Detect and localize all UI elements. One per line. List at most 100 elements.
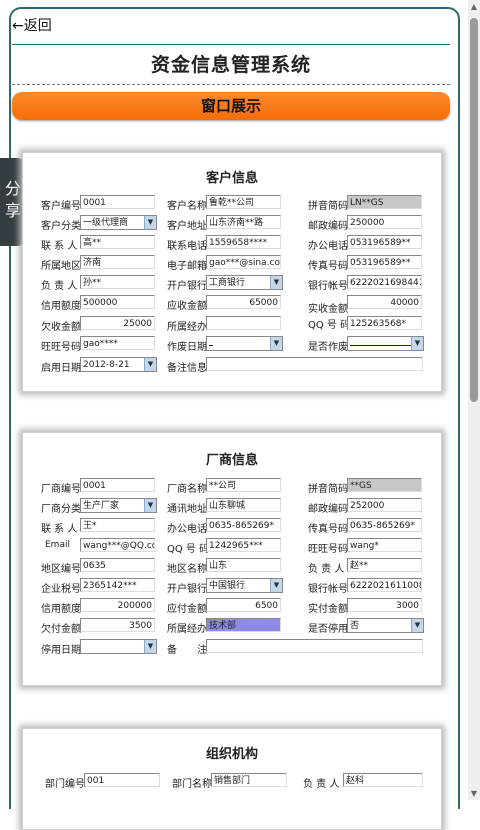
field-label: 停用日期	[41, 645, 81, 656]
field-label: 负 责 人	[41, 281, 78, 292]
fax-field[interactable]: 0635-865269*	[347, 518, 422, 532]
field-label: 银行帐号	[308, 584, 348, 595]
wangwang-field[interactable]: gao****	[80, 336, 155, 350]
postcode-field[interactable]: 252000	[347, 498, 422, 512]
select-value: 2012-8-21	[83, 360, 130, 370]
vendor-name-field[interactable]: **公司	[206, 478, 281, 492]
field-label: 银行帐号	[308, 281, 348, 292]
chevron-down-icon: ▼	[144, 640, 156, 653]
scrollbar-thumb[interactable]	[470, 18, 478, 402]
field-label: 备 注	[167, 645, 207, 656]
qq-field[interactable]: 1242965***	[206, 538, 281, 552]
office-phone-field[interactable]: 0635-865269*	[206, 518, 281, 532]
field-label: 电子邮箱	[167, 261, 207, 272]
wangwang-field[interactable]: wang*	[347, 538, 422, 552]
scroll-down-icon[interactable]: ▼	[469, 789, 479, 798]
customer-name-field[interactable]: 鲁乾**公司	[206, 195, 281, 209]
back-link[interactable]: ←返回	[12, 15, 52, 35]
credit-limit-field[interactable]: 500000	[80, 295, 155, 309]
field-label: 旺旺号码	[41, 342, 81, 353]
customer-code-field[interactable]: 0001	[80, 195, 155, 209]
area-code-field[interactable]: 0635	[80, 558, 155, 572]
email-field[interactable]: wang***@QQ.com	[80, 538, 155, 552]
vendor-address-field[interactable]: 山东聊城	[206, 498, 281, 512]
form-row: 联 系 人 高** 联系电话 1559658**** 办公电话 05319658…	[23, 235, 441, 252]
field-label: 拼音简码	[308, 484, 348, 495]
field-label: 邮政编码	[308, 504, 348, 515]
field-label: 应收金额	[167, 301, 207, 312]
field-label: 办公电话	[308, 241, 348, 252]
field-label: QQ 号 码	[167, 544, 210, 555]
select-value: 工商银行	[209, 276, 249, 289]
form-row: 停用日期 ▼ 备 注	[23, 639, 441, 656]
field-label: 是否作废	[308, 342, 348, 353]
contact-field[interactable]: 高**	[80, 235, 155, 249]
email-field[interactable]: gao***@sina.com	[206, 255, 281, 269]
fax-field[interactable]: 053196589**	[347, 255, 422, 269]
field-label: Email	[45, 540, 70, 550]
remark-field[interactable]	[206, 639, 423, 653]
vertical-scrollbar[interactable]: ▲ ▼	[468, 0, 480, 800]
field-label: 启用日期	[41, 363, 81, 374]
window-demo-banner[interactable]: 窗口展示	[12, 92, 450, 120]
vendor-code-field[interactable]: 0001	[80, 478, 155, 492]
bank-account-field[interactable]: 622202161100885***	[347, 578, 422, 592]
paid-field[interactable]: 3000	[347, 598, 422, 612]
office-phone-field[interactable]: 053196589**	[347, 235, 422, 249]
share-tab[interactable]: 分享	[0, 158, 24, 246]
owner-field[interactable]: 赵**	[347, 558, 422, 572]
bank-select[interactable]: 中国银行 ▼	[206, 578, 283, 593]
field-label: 联 系 人	[41, 241, 78, 252]
scroll-up-icon[interactable]: ▲	[469, 2, 479, 11]
bank-select[interactable]: 工商银行 ▼	[206, 275, 283, 290]
received-field[interactable]: 40000	[347, 295, 422, 309]
receivable-field[interactable]: 65000	[206, 295, 281, 309]
select-value	[350, 345, 412, 346]
form-row: 联 系 人 王* 办公电话 0635-865269* 传真号码 0635-865…	[23, 518, 441, 535]
customer-address-field[interactable]: 山东济南**路	[206, 215, 281, 229]
is-void-select[interactable]: ▼	[347, 336, 424, 351]
dept-code-field[interactable]: 001	[84, 773, 160, 787]
is-disabled-select[interactable]: 否 ▼	[347, 618, 424, 633]
region-field[interactable]: 山东	[206, 558, 281, 572]
contact-field[interactable]: 王*	[80, 518, 155, 532]
field-label: 部门编号	[45, 779, 85, 790]
form-row: Email wang***@QQ.com QQ 号 码 1242965*** 旺…	[23, 538, 441, 555]
qq-field[interactable]: 125263568*	[347, 316, 422, 330]
arrears-field[interactable]: 25000	[80, 316, 155, 330]
bank-account-field[interactable]: 6222021698441198*	[347, 275, 422, 289]
handler-field[interactable]	[206, 316, 281, 330]
handler-field[interactable]: 技术部	[206, 618, 281, 632]
dept-owner-field[interactable]: 赵科	[343, 773, 423, 787]
pinyin-code-field[interactable]: LN**GS	[347, 195, 422, 209]
organization-card: 组织机构 部门编号 001 部门名称 销售部门 负 责 人 赵科	[22, 728, 442, 830]
field-label: 传真号码	[308, 261, 348, 272]
owner-field[interactable]: 孙**	[80, 275, 155, 289]
pinyin-code-field[interactable]: **GS	[347, 478, 422, 492]
field-label: 拼音简码	[308, 201, 348, 212]
field-label: 联 系 人	[41, 524, 78, 535]
field-label: 传真号码	[308, 524, 348, 535]
field-label: 欠收金额	[41, 322, 81, 333]
credit-limit-field[interactable]: 200000	[80, 598, 155, 612]
region-field[interactable]: 济南	[80, 255, 155, 269]
dept-name-field[interactable]: 销售部门	[211, 773, 287, 787]
select-value	[209, 345, 213, 346]
contact-phone-field[interactable]: 1559658****	[206, 235, 281, 249]
void-date-select[interactable]: ▼	[206, 336, 283, 351]
postcode-field[interactable]: 250000	[347, 215, 422, 229]
form-row: 厂商分类 生产厂家 ▼ 通讯地址 山东聊城 邮政编码 252000	[23, 498, 441, 515]
disable-date-select[interactable]: ▼	[80, 639, 157, 654]
field-label: 信用额度	[41, 301, 81, 312]
customer-info-card: 客户信息 客户编号 0001 客户名称 鲁乾**公司 拼音简码 LN**GS 客…	[22, 152, 442, 392]
arrears-field[interactable]: 3500	[80, 618, 155, 632]
remark-field[interactable]	[206, 357, 423, 371]
payable-field[interactable]: 6500	[206, 598, 281, 612]
field-label: 信用额度	[41, 604, 81, 615]
vendor-category-select[interactable]: 生产厂家 ▼	[80, 498, 157, 513]
customer-category-select[interactable]: 一级代理商 ▼	[80, 215, 157, 230]
start-date-select[interactable]: 2012-8-21 ▼	[80, 357, 157, 372]
select-value: 中国银行	[209, 579, 249, 592]
field-label: 客户编号	[41, 201, 81, 212]
tax-number-field[interactable]: 2365142***	[80, 578, 155, 592]
